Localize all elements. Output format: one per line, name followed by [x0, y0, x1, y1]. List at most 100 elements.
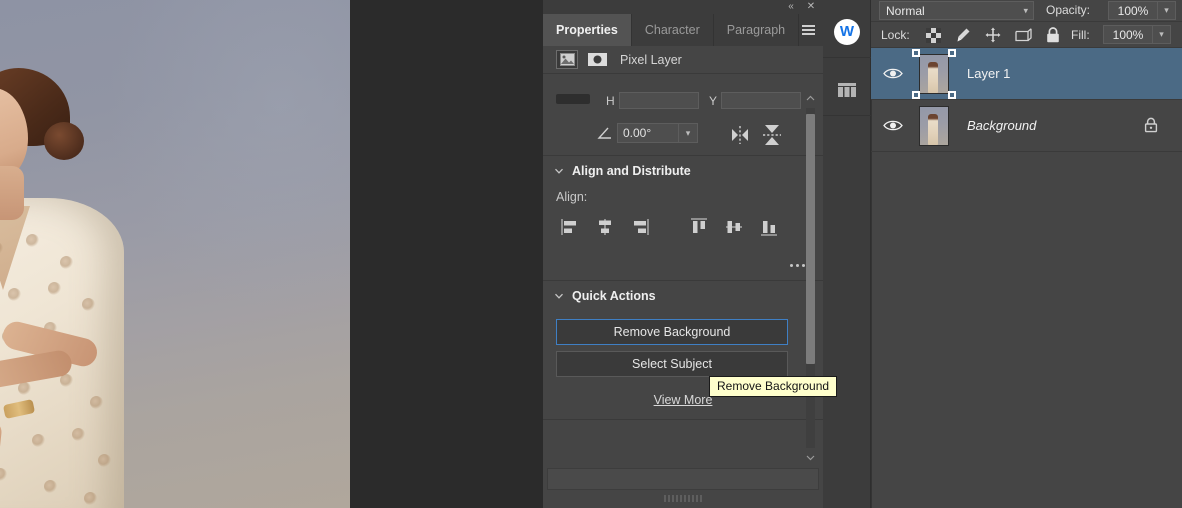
blend-mode-select[interactable]: Normal ▾ — [879, 1, 1034, 20]
layer-type-label: Pixel Layer — [620, 53, 682, 67]
document-canvas[interactable] — [0, 0, 350, 508]
layer-list: Layer 1 Background — [871, 48, 1182, 508]
panel-menu-button[interactable] — [797, 14, 819, 46]
tooltip-text: Remove Background — [717, 379, 829, 393]
lock-all-icon[interactable] — [1043, 26, 1063, 44]
align-left-edges-icon[interactable] — [557, 214, 583, 240]
tab-paragraph[interactable]: Paragraph — [714, 14, 799, 46]
layer-row-layer-1[interactable]: Layer 1 — [871, 48, 1182, 100]
angle-icon — [597, 126, 613, 140]
photo-subject — [0, 30, 178, 508]
collapse-panel-icon[interactable]: « — [783, 0, 799, 14]
blend-mode-row: Normal ▾ Opacity: 100% ▾ — [871, 0, 1182, 22]
eye-icon[interactable] — [871, 48, 915, 100]
align-label: Align: — [543, 186, 823, 204]
scrollbar-thumb[interactable] — [806, 114, 815, 364]
align-more-row — [543, 254, 823, 280]
lock-icon[interactable] — [1144, 117, 1160, 135]
angle-input[interactable]: 0.00° — [617, 123, 679, 143]
panel-title-bar: « ✕ — [543, 0, 823, 14]
chevron-down-icon — [554, 166, 564, 176]
tab-properties[interactable]: Properties — [543, 14, 632, 46]
lock-image-pixels-icon[interactable] — [953, 26, 973, 44]
align-horizontal-centers-icon[interactable] — [592, 214, 618, 240]
properties-panel-footer — [543, 468, 823, 508]
panel-resize-grip[interactable] — [662, 495, 704, 502]
scrollbar-track[interactable] — [806, 108, 815, 448]
lock-position-icon[interactable] — [983, 26, 1003, 44]
tab-character-label: Character — [645, 23, 700, 37]
workspace-w-icon: W — [834, 19, 860, 45]
scroll-down-icon[interactable] — [804, 451, 817, 464]
lock-transparent-pixels-icon[interactable] — [923, 26, 943, 44]
layer-mask-icon[interactable] — [586, 50, 608, 69]
quick-actions-body: Remove Background Select Subject View Mo… — [543, 311, 823, 419]
select-subject-button[interactable]: Select Subject — [556, 351, 788, 377]
fill-value: 100% — [1113, 28, 1144, 42]
lock-label: Lock: — [881, 28, 910, 42]
view-more-label: View More — [654, 393, 713, 407]
align-distribute-section: Align and Distribute Align: — [543, 156, 823, 281]
layer-thumbnail[interactable] — [915, 104, 953, 148]
height-input[interactable] — [619, 92, 699, 109]
tooltip: Remove Background — [709, 376, 837, 397]
opacity-value: 100% — [1118, 4, 1149, 18]
layer-thumbnail-image — [919, 54, 949, 94]
remove-background-label: Remove Background — [614, 325, 731, 339]
eye-icon[interactable] — [871, 100, 915, 152]
properties-scrollbar[interactable] — [804, 92, 817, 464]
layer-row-background[interactable]: Background — [871, 100, 1182, 152]
hamburger-icon — [802, 23, 815, 37]
align-section-header[interactable]: Align and Distribute — [543, 156, 823, 186]
layer-thumbnail[interactable] — [915, 52, 953, 96]
fill-input[interactable]: 100% — [1103, 25, 1153, 44]
flip-horizontal-icon[interactable] — [728, 124, 752, 146]
layer-type-row: Pixel Layer — [543, 46, 823, 74]
tab-paragraph-label: Paragraph — [727, 23, 785, 37]
quick-actions-header[interactable]: Quick Actions — [543, 281, 823, 311]
y-position-input[interactable] — [721, 92, 801, 109]
align-top-edges-icon[interactable] — [686, 214, 712, 240]
ellipsis-icon[interactable] — [790, 258, 805, 272]
dock-item-libraries[interactable] — [823, 58, 871, 116]
quick-actions-section: Quick Actions Remove Background Select S… — [543, 281, 823, 420]
dock-item-workspace[interactable]: W — [823, 0, 871, 58]
transform-size-row: H Y — [543, 88, 823, 118]
subject-neck — [0, 166, 24, 220]
transform-section: H Y 0.00° — [543, 88, 823, 156]
flip-vertical-icon[interactable] — [760, 122, 784, 148]
angle-value: 0.00° — [623, 126, 651, 140]
quick-actions-title: Quick Actions — [572, 289, 656, 303]
select-subject-label: Select Subject — [632, 357, 712, 371]
layer-name-label[interactable]: Layer 1 — [967, 66, 1010, 81]
align-right-edges-icon[interactable] — [627, 214, 653, 240]
photoshop-window: « ✕ Properties Character Paragraph — [0, 0, 1182, 508]
opacity-input[interactable]: 100% — [1108, 1, 1158, 20]
align-bottom-edges-icon[interactable] — [756, 214, 782, 240]
scroll-up-icon[interactable] — [804, 92, 817, 105]
close-panel-icon[interactable]: ✕ — [803, 0, 819, 14]
layer-name-label[interactable]: Background — [967, 118, 1036, 133]
image-thumbnail-icon[interactable] — [556, 50, 578, 69]
fill-label: Fill: — [1071, 28, 1090, 42]
properties-panel: « ✕ Properties Character Paragraph — [543, 0, 823, 508]
align-vertical-centers-icon[interactable] — [721, 214, 747, 240]
fill-dropdown-icon[interactable]: ▾ — [1153, 25, 1171, 44]
align-buttons-row — [543, 210, 823, 254]
tab-properties-label: Properties — [556, 23, 618, 37]
height-label: H — [606, 94, 615, 108]
align-section-title: Align and Distribute — [572, 164, 691, 178]
remove-background-button[interactable]: Remove Background — [556, 319, 788, 345]
footer-well — [547, 468, 819, 490]
opacity-dropdown-icon[interactable]: ▾ — [1158, 1, 1176, 20]
transform-partial-chip — [556, 94, 590, 104]
opacity-label: Opacity: — [1046, 3, 1090, 17]
chevron-down-icon — [554, 291, 564, 301]
properties-content: H Y 0.00° — [543, 88, 823, 468]
libraries-icon — [838, 83, 856, 97]
tab-character[interactable]: Character — [632, 14, 714, 46]
lock-artboard-nesting-icon[interactable] — [1013, 26, 1033, 44]
layer-thumbnail-image — [919, 106, 949, 146]
panel-tab-strip: Properties Character Paragraph — [543, 14, 823, 46]
angle-dropdown-icon[interactable]: ▾ — [679, 123, 698, 143]
